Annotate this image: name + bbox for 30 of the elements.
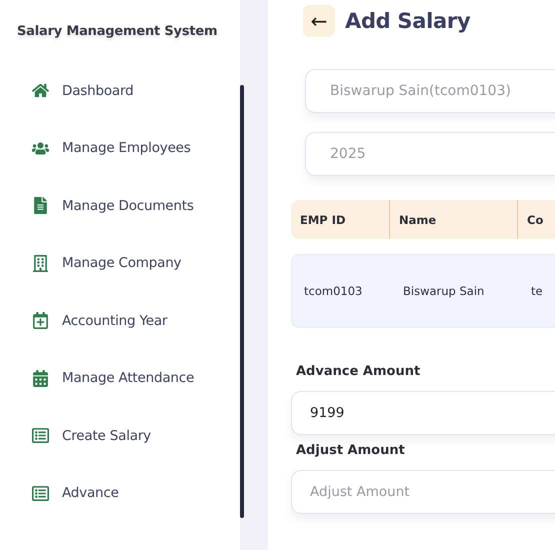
list-icon [32,484,49,502]
menu-item[interactable]: Manage Company [62,255,182,272]
field-label: Adjust Amount [296,443,406,458]
column-header: Name [390,200,518,239]
scrollbar[interactable] [240,85,244,518]
back-button[interactable]: ← [303,5,335,37]
document-icon [32,197,49,214]
menu-item[interactable]: Manage Employees [62,140,191,156]
table-cell-text: tcom0103 [303,283,364,300]
calendar-plus-icon [32,312,49,330]
menu-item[interactable]: Advance [62,485,119,502]
field-label: Advance Amount [296,364,422,379]
menu-item[interactable]: Create Salary [62,428,151,444]
column-header: EMP ID [291,200,390,239]
menu-item[interactable]: Dashboard [62,82,134,99]
calendar-icon [32,370,49,387]
input-field[interactable]: Adjust Amount [291,470,555,514]
list-icon [32,427,49,444]
table-cell-text: te [530,283,544,300]
app-title: Salary Management System [16,24,218,39]
table-cell-text: Biswarup Sain [402,283,486,300]
users-icon [32,140,49,157]
input-field[interactable]: 9199 [291,391,555,435]
building-icon [32,254,49,272]
column-header: Co [518,200,555,239]
menu-item[interactable]: Manage Attendance [62,370,194,386]
page-title: Add Salary [345,9,470,33]
home-icon [32,82,49,100]
menu-item[interactable]: Manage Documents [62,198,194,214]
menu-item[interactable]: Accounting Year [62,312,168,329]
